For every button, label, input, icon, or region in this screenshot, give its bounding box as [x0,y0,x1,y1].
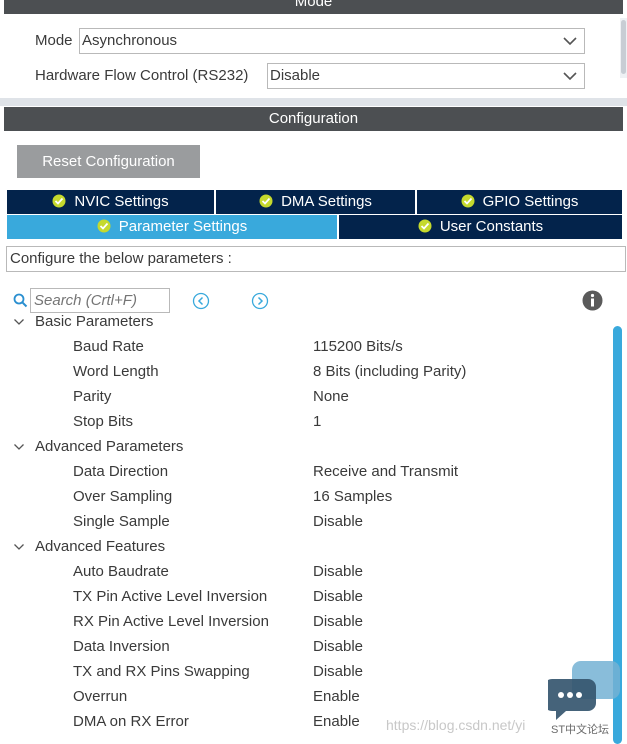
tree-param-row[interactable]: Stop Bits 1 [0,409,612,434]
tree-param-row[interactable]: Parity None [0,384,612,409]
tree-group[interactable]: Advanced Parameters [0,434,612,459]
param-value[interactable]: 8 Bits (including Parity) [313,359,466,384]
tree-param-row[interactable]: Data Direction Receive and Transmit [0,459,612,484]
tree-param-row[interactable]: RX Pin Active Level Inversion Disable [0,609,612,634]
tab-label: DMA Settings [281,193,372,210]
tab-parameter-settings[interactable]: Parameter Settings [7,215,337,239]
tree-param-row[interactable]: TX Pin Active Level Inversion Disable [0,584,612,609]
flow-control-value: Disable [270,67,321,84]
tree-param-row[interactable]: TX and RX Pins Swapping Disable [0,659,612,684]
param-label: Baud Rate [73,338,144,355]
mode-value: Asynchronous [82,32,178,49]
check-circle-icon [461,194,475,208]
flow-control-label: Hardware Flow Control (RS232) [35,67,249,84]
param-value[interactable]: Disable [313,659,363,684]
tab-nvic-settings[interactable]: NVIC Settings [7,190,214,214]
chevron-down-icon[interactable] [13,542,25,552]
tree-param-row[interactable]: Auto Baudrate Disable [0,559,612,584]
tab-user-constants[interactable]: User Constants [339,215,622,239]
param-value[interactable]: None [313,384,349,409]
chat-bubble-icon[interactable] [548,661,620,721]
param-value[interactable]: Enable [313,684,360,709]
param-label: Data Direction [73,463,169,480]
param-value[interactable]: Disable [313,609,363,634]
tab-label: NVIC Settings [74,193,169,210]
param-label: Over Sampling [73,488,173,505]
tree-group[interactable]: Advanced Features [0,534,612,559]
chevron-down-icon[interactable] [13,317,25,327]
check-circle-icon [52,194,66,208]
param-label: Data Inversion [73,638,170,655]
tab-label: User Constants [439,218,544,235]
tree-param-row[interactable]: Single Sample Disable [0,509,612,534]
configuration-section-header: Configuration [4,107,623,131]
param-label: DMA on RX Error [73,713,189,730]
arrow-left-circle-icon[interactable] [192,292,210,310]
section-divider [0,98,627,106]
tab-gpio-settings[interactable]: GPIO Settings [417,190,622,214]
tree-param-row[interactable]: Over Sampling 16 Samples [0,484,612,509]
mode-label: Mode [35,32,73,49]
mode-panel: Mode Asynchronous Hardware Flow Control … [4,14,619,104]
param-value[interactable]: Disable [313,634,363,659]
param-value[interactable]: Receive and Transmit [313,459,458,484]
watermark-text: https://blog.csdn.net/yi [386,717,526,733]
info-icon[interactable] [582,290,603,311]
param-label: Parity [73,388,112,405]
chevron-down-icon [563,72,577,81]
arrow-right-circle-icon[interactable] [251,292,269,310]
search-input[interactable] [30,288,170,313]
tree-group[interactable]: Basic Parameters [0,315,612,334]
parameter-tree: Basic Parameters Baud Rate 115200 Bits/s… [0,315,612,744]
tree-param-row[interactable]: Word Length 8 Bits (including Parity) [0,359,612,384]
tab-dma-settings[interactable]: DMA Settings [216,190,415,214]
param-value[interactable]: 1 [313,409,321,434]
param-value[interactable]: 115200 Bits/s [313,334,403,359]
param-label: Single Sample [73,513,170,530]
mode-section-header: Mode [4,0,623,14]
check-circle-icon [259,194,273,208]
param-label: RX Pin Active Level Inversion [73,613,269,630]
mode-select[interactable]: Asynchronous [79,28,585,54]
group-label: Advanced Parameters [35,438,184,455]
param-label: TX and RX Pins Swapping [73,663,250,680]
param-value[interactable]: 16 Samples [313,484,392,509]
chevron-down-icon [563,37,577,46]
check-circle-icon [418,219,432,233]
param-label: Stop Bits [73,413,134,430]
group-label: Basic Parameters [35,315,154,330]
param-label: Word Length [73,363,159,380]
tab-label: Parameter Settings [118,218,248,235]
tab-label: GPIO Settings [482,193,579,210]
flow-control-select[interactable]: Disable [267,63,585,89]
search-icon[interactable] [13,293,28,308]
chevron-down-icon[interactable] [13,442,25,452]
reset-configuration-button[interactable]: Reset Configuration [17,145,200,178]
mode-scrollbar[interactable] [620,18,627,78]
param-value[interactable]: Disable [313,559,363,584]
tree-param-row[interactable]: Data Inversion Disable [0,634,612,659]
tree-param-row[interactable]: Overrun Enable [0,684,612,709]
param-value[interactable]: Disable [313,584,363,609]
configure-description: Configure the below parameters : [6,246,626,272]
tree-param-row[interactable]: Baud Rate 115200 Bits/s [0,334,612,359]
mode-scrollbar-thumb[interactable] [621,20,626,74]
group-label: Advanced Features [35,538,166,555]
check-circle-icon [97,219,111,233]
param-value[interactable]: Enable [313,709,360,734]
param-label: TX Pin Active Level Inversion [73,588,268,605]
param-label: Auto Baudrate [73,563,169,580]
brand-label: ST中文论坛 [551,724,610,736]
param-label: Overrun [73,688,128,705]
param-value[interactable]: Disable [313,509,363,534]
